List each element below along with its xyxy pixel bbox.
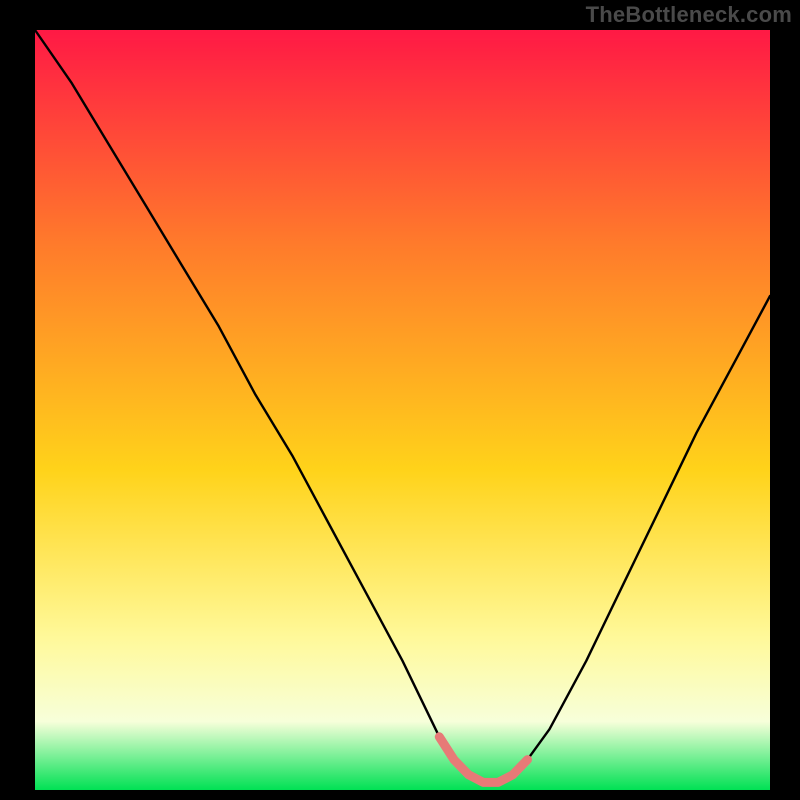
gradient-background: [35, 30, 770, 790]
bottleneck-chart: [0, 0, 800, 800]
watermark-text: TheBottleneck.com: [586, 2, 792, 28]
chart-stage: TheBottleneck.com: [0, 0, 800, 800]
